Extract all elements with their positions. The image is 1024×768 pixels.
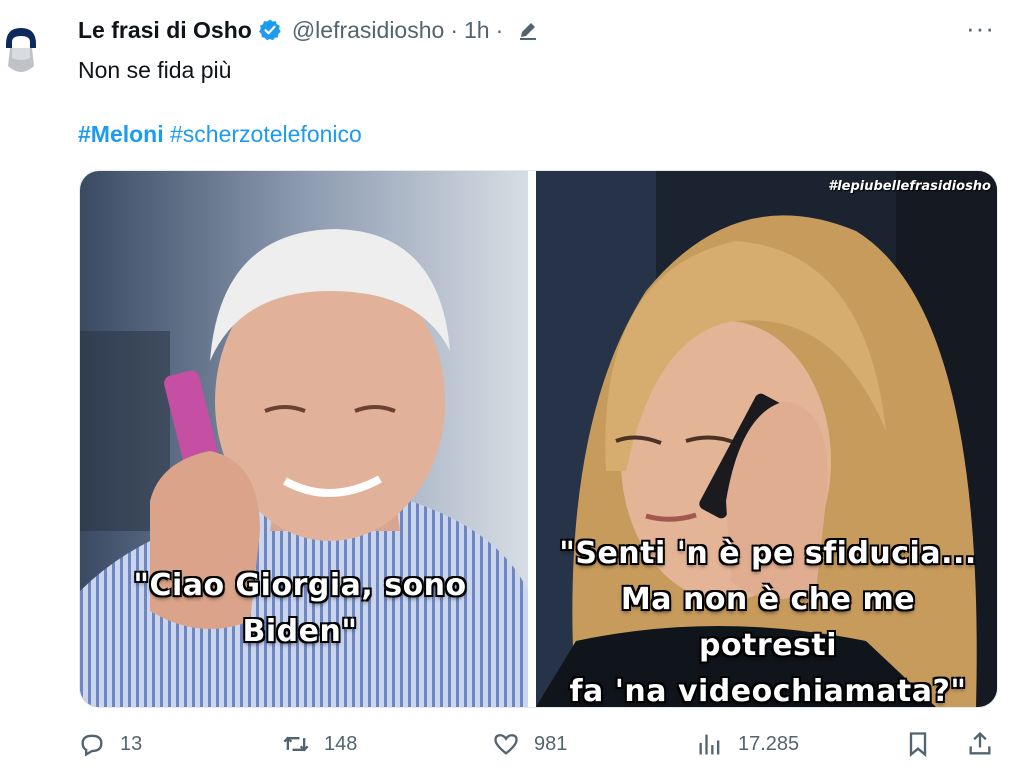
reply-icon <box>81 734 103 757</box>
left-caption: "Ciao Giorgia, sono Biden" <box>100 563 500 655</box>
hashtag-meloni[interactable]: #Meloni <box>78 121 164 147</box>
share-icon <box>969 731 991 755</box>
avatar[interactable] <box>2 14 40 78</box>
media-image-right[interactable]: #lepiubellefrasidiosho "Senti 'n è pe sf… <box>536 171 997 707</box>
more-options-button[interactable]: ··· <box>966 14 995 42</box>
like-count: 981 <box>534 732 568 755</box>
heart-icon <box>494 734 518 755</box>
reply-count: 13 <box>120 732 143 755</box>
author-handle[interactable]: @lefrasidiosho <box>292 17 444 44</box>
tweet-actions: 13 148 981 17.285 <box>78 728 998 760</box>
repost-count: 148 <box>324 732 358 755</box>
left-caption-line: "Ciao Giorgia, sono <box>133 568 467 603</box>
verified-badge-icon <box>258 18 282 42</box>
like-button[interactable]: 981 <box>492 728 567 760</box>
reply-button[interactable]: 13 <box>78 728 142 760</box>
bookmark-icon <box>909 732 927 757</box>
right-caption-line: "Senti 'n è pe sfiducia... <box>559 536 977 571</box>
separator-dot: · <box>450 16 458 43</box>
repost-icon <box>283 736 309 752</box>
views-count: 17.285 <box>738 732 800 755</box>
repost-button[interactable]: 148 <box>282 728 357 760</box>
tweet-text: Non se fida più <box>78 57 232 83</box>
separator-dot: · <box>495 16 504 43</box>
left-caption-line: Biden" <box>242 614 358 649</box>
timestamp[interactable]: 1h <box>464 17 490 44</box>
hashtag-line: #Meloni #scherzotelefonico <box>78 120 362 148</box>
hashtag-scherzotelefonico[interactable]: #scherzotelefonico <box>170 121 362 147</box>
right-caption: "Senti 'n è pe sfiducia... Ma non è che … <box>548 531 988 707</box>
share-button[interactable] <box>966 728 1008 760</box>
tweet-media[interactable]: "Ciao Giorgia, sono Biden" #lepiubellefr… <box>79 170 998 708</box>
views-chart-icon <box>699 734 720 755</box>
author-name[interactable]: Le frasi di Osho <box>78 17 252 44</box>
right-caption-line: Ma non è che me potresti <box>620 582 916 663</box>
bookmark-button[interactable] <box>904 728 946 760</box>
edit-pen-icon <box>517 19 539 41</box>
right-caption-line: fa 'na videochiamata?" <box>569 674 967 707</box>
views-button[interactable]: 17.285 <box>696 728 799 760</box>
media-image-left[interactable]: "Ciao Giorgia, sono Biden" <box>80 171 528 707</box>
tweet-header: Le frasi di Osho @lefrasidiosho · 1h · <box>78 14 539 46</box>
watermark: #lepiubellefrasidiosho <box>828 179 991 194</box>
